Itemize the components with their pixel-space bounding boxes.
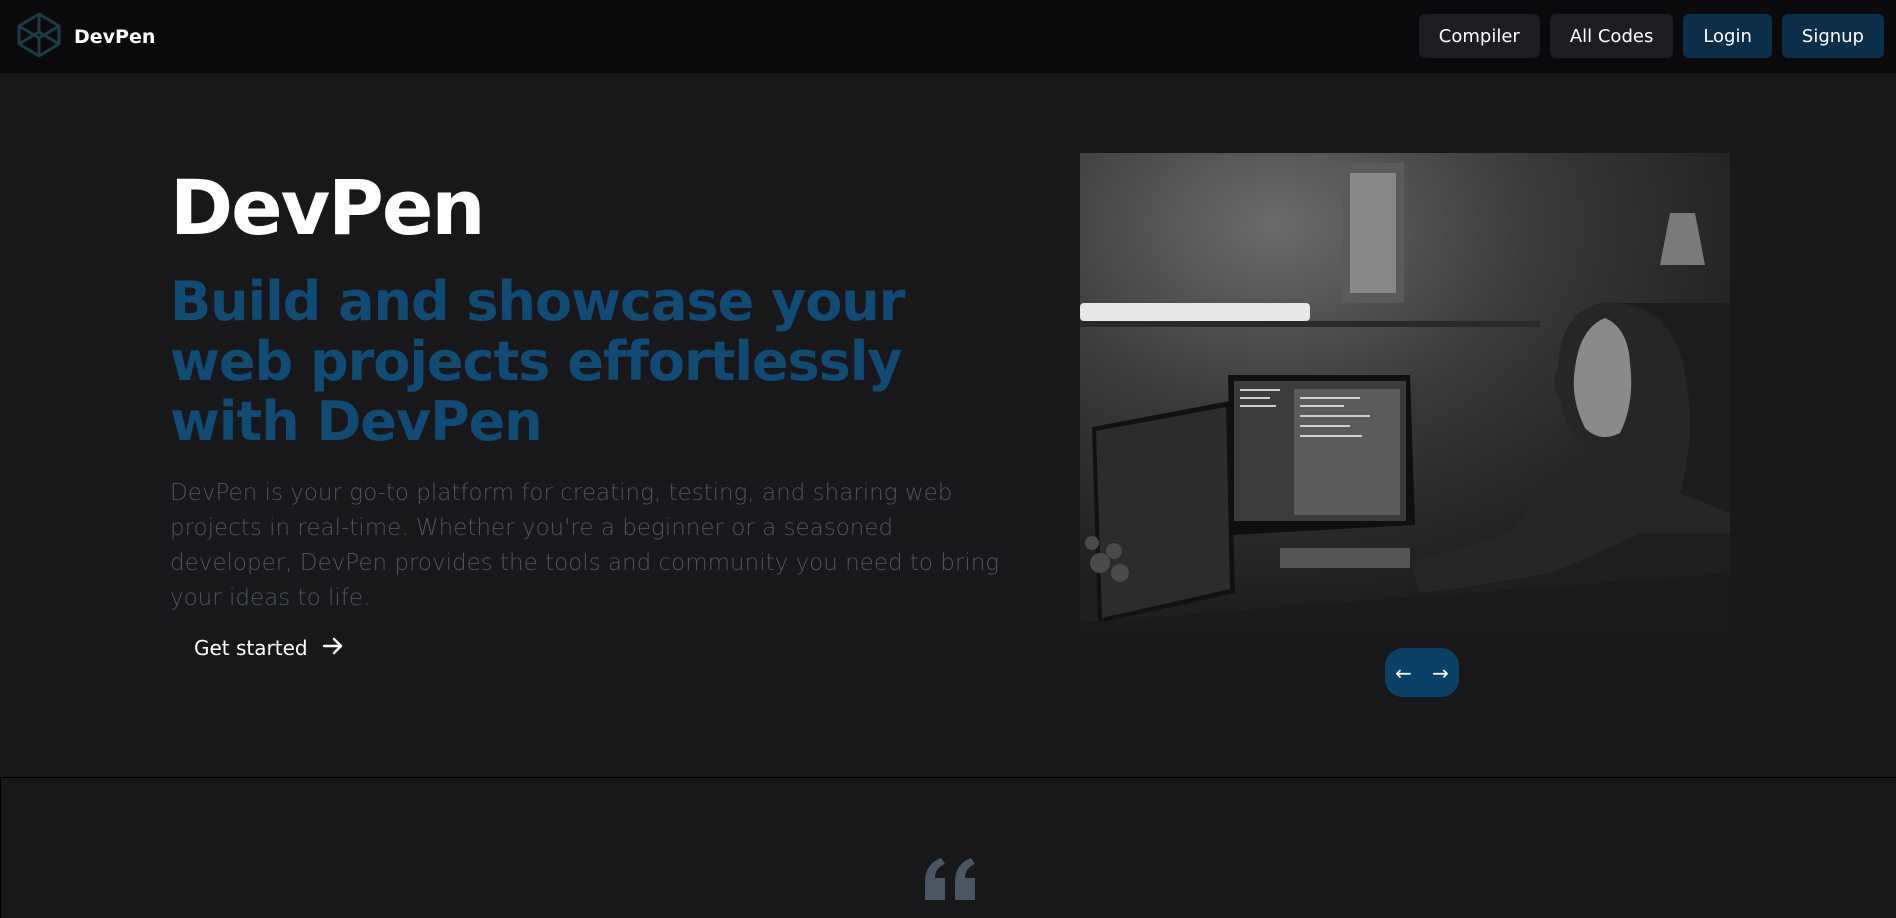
brand[interactable]: DevPen bbox=[16, 12, 155, 62]
nav-buttons: Compiler All Codes Login Signup bbox=[1418, 14, 1884, 58]
get-started-label: Get started bbox=[194, 636, 308, 660]
get-started-button[interactable]: Get started bbox=[180, 628, 358, 668]
quote-icon bbox=[923, 858, 979, 900]
carousel-controls: ← → bbox=[1385, 648, 1459, 697]
compiler-button[interactable]: Compiler bbox=[1418, 14, 1540, 58]
codepen-logo-icon bbox=[16, 11, 62, 63]
hero-image bbox=[1080, 153, 1730, 632]
hero-description: DevPen is your go-to platform for creati… bbox=[170, 480, 1000, 611]
carousel-prev-button[interactable]: ← bbox=[1385, 648, 1422, 697]
all-codes-button[interactable]: All Codes bbox=[1549, 14, 1674, 58]
hero-title: DevPen bbox=[170, 163, 486, 252]
navbar: DevPen Compiler All Codes Login Signup bbox=[0, 0, 1896, 73]
signup-button[interactable]: Signup bbox=[1781, 14, 1884, 58]
brand-name: DevPen bbox=[74, 26, 156, 48]
carousel-next-button[interactable]: → bbox=[1422, 648, 1459, 697]
arrow-right-icon bbox=[322, 636, 344, 661]
hero-text: DevPen Build and showcase your web proje… bbox=[170, 170, 1030, 616]
login-button[interactable]: Login bbox=[1683, 14, 1772, 58]
hero-subtitle: Build and showcase your web projects eff… bbox=[170, 270, 905, 453]
